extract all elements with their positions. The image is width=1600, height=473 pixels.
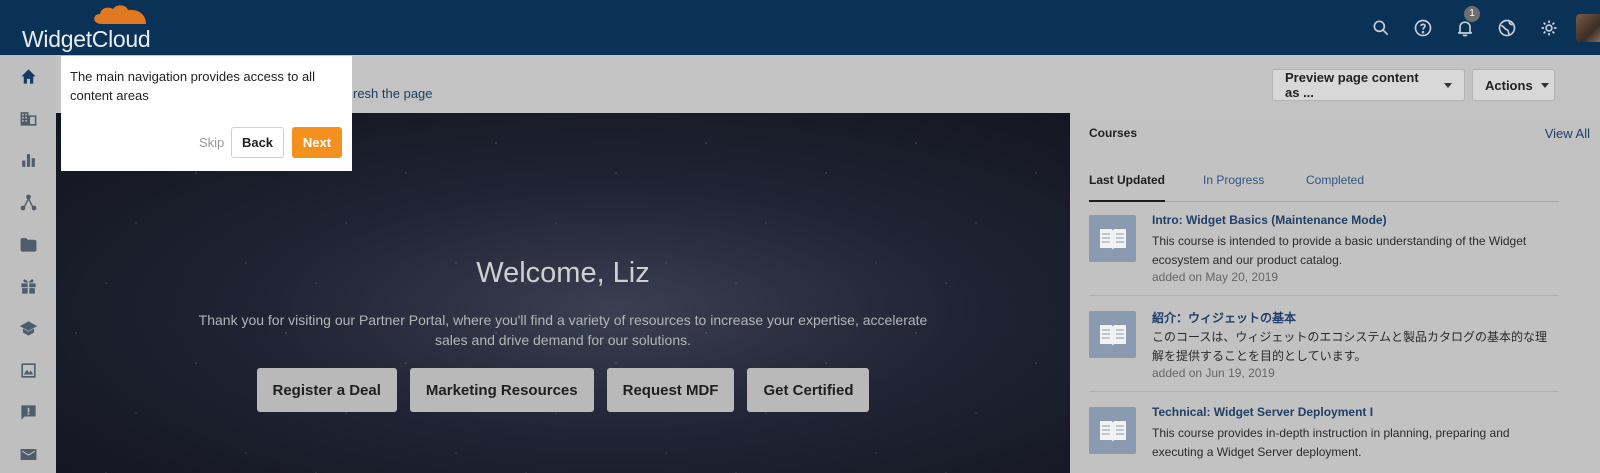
- back-button[interactable]: Back: [231, 127, 284, 158]
- next-button[interactable]: Next: [292, 127, 342, 158]
- preview-as-dropdown[interactable]: Preview page content as ...: [1272, 69, 1465, 101]
- nav-training[interactable]: [0, 307, 56, 349]
- divider: [1089, 391, 1559, 392]
- help-icon: [1414, 19, 1432, 36]
- course-title[interactable]: 紹介：ウィジェットの基本: [1152, 309, 1296, 326]
- refresh-link[interactable]: resh the page: [353, 86, 433, 101]
- course-title[interactable]: Intro: Widget Basics (Maintenance Mode): [1152, 213, 1387, 227]
- notifications-button[interactable]: 1: [1444, 0, 1486, 55]
- courses-tabs: Last Updated In Progress Completed: [1089, 173, 1559, 202]
- tab-in-progress[interactable]: In Progress: [1203, 173, 1264, 202]
- nav-media[interactable]: [0, 349, 56, 391]
- settings-button[interactable]: [1528, 0, 1570, 55]
- tooltip-text: The main navigation provides access to a…: [70, 69, 315, 103]
- course-date: added on May 20, 2019: [1152, 270, 1279, 284]
- top-bar: WidgetCloud 1: [0, 0, 1600, 55]
- notification-badge: 1: [1464, 6, 1480, 22]
- book-icon: [1089, 407, 1136, 454]
- network-icon: [20, 194, 36, 210]
- nav-network[interactable]: [0, 181, 56, 223]
- course-description: This course provides in-depth instructio…: [1152, 426, 1510, 459]
- mail-icon: [20, 448, 36, 460]
- nav-company[interactable]: [0, 97, 56, 139]
- home-icon: [20, 68, 36, 84]
- school-icon: [19, 320, 37, 336]
- course-date: added on Jun 19, 2019: [1152, 366, 1275, 380]
- search-icon: [1373, 20, 1389, 35]
- welcome-text: Thank you for visiting our Partner Porta…: [198, 312, 928, 348]
- search-button[interactable]: [1360, 0, 1402, 55]
- hero-actions: Register a Deal Marketing Resources Requ…: [56, 368, 1070, 412]
- building-icon: [20, 111, 36, 126]
- tour-tooltip: The main navigation provides access to a…: [61, 56, 352, 171]
- tab-completed[interactable]: Completed: [1306, 173, 1364, 202]
- user-avatar[interactable]: [1576, 13, 1600, 42]
- courses-title: Courses: [1089, 126, 1138, 140]
- help-button[interactable]: [1402, 0, 1444, 55]
- chart-icon: [21, 153, 35, 167]
- request-mdf-button[interactable]: Request MDF: [606, 368, 735, 412]
- divider: [1089, 295, 1559, 296]
- feedback-icon: [20, 404, 36, 420]
- get-certified-button[interactable]: Get Certified: [747, 368, 870, 412]
- book-icon: [1089, 215, 1136, 262]
- view-all-link[interactable]: View All: [1545, 126, 1590, 141]
- course-title[interactable]: Technical: Widget Server Deployment I: [1152, 405, 1373, 419]
- language-button[interactable]: [1486, 0, 1528, 55]
- actions-label: Actions: [1485, 77, 1533, 93]
- gift-icon: [20, 278, 36, 294]
- register-deal-button[interactable]: Register a Deal: [256, 368, 397, 412]
- course-description: This course is intended to provide a bas…: [1152, 234, 1527, 267]
- logo[interactable]: WidgetCloud: [22, 4, 152, 52]
- header-actions: 1: [1360, 0, 1600, 55]
- logo-text: WidgetCloud: [22, 26, 151, 52]
- caret-down-icon: [1444, 82, 1452, 88]
- caret-down-icon: [1540, 82, 1549, 88]
- marketing-resources-button[interactable]: Marketing Resources: [409, 368, 594, 412]
- nav-feedback[interactable]: [0, 391, 56, 433]
- preview-as-label: Preview page content as ...: [1285, 70, 1419, 100]
- nav-home[interactable]: [0, 55, 56, 97]
- tab-last-updated[interactable]: Last Updated: [1089, 173, 1166, 202]
- main-navigation: [0, 55, 56, 473]
- skip-button[interactable]: Skip: [199, 135, 224, 150]
- book-icon: [1089, 311, 1136, 358]
- globe-icon: [1498, 19, 1516, 36]
- courses-panel: Courses View All Last Updated In Progres…: [1070, 113, 1600, 473]
- course-description: このコースは、ウィジェットのエコシステムと製品カタログの基本的な理解を提供するこ…: [1152, 330, 1548, 363]
- actions-dropdown[interactable]: Actions: [1472, 69, 1555, 101]
- image-icon: [20, 362, 36, 378]
- gear-icon: [1541, 20, 1557, 35]
- nav-rewards[interactable]: [0, 265, 56, 307]
- nav-files[interactable]: [0, 223, 56, 265]
- nav-analytics[interactable]: [0, 139, 56, 181]
- welcome-title: Welcome, Liz: [476, 257, 650, 289]
- cloud-logo-icon: [94, 5, 146, 24]
- folder-icon: [20, 237, 36, 252]
- nav-messages[interactable]: [0, 433, 56, 473]
